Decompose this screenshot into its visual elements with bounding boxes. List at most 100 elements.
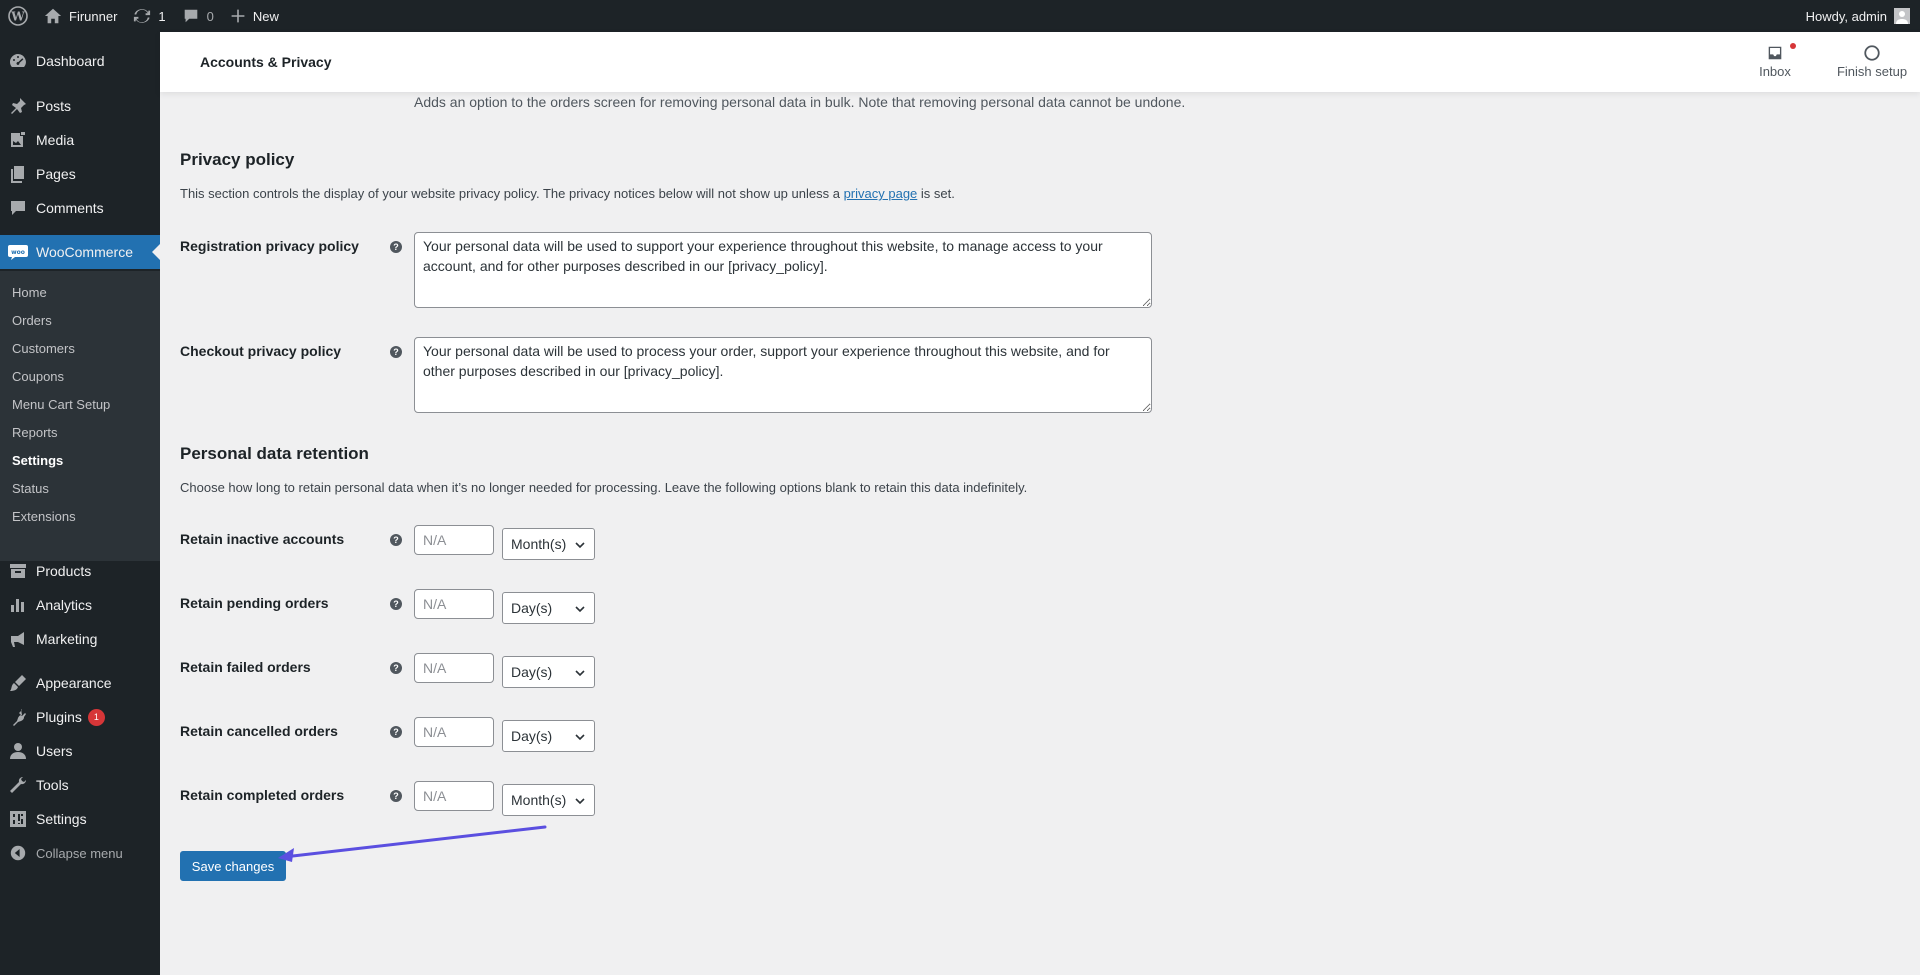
- data-retention-heading: Personal data retention: [180, 444, 369, 463]
- new-content-link[interactable]: New: [222, 0, 287, 32]
- help-icon[interactable]: ?: [390, 790, 402, 802]
- retain-failed-orders-unit-select[interactable]: Day(s): [502, 656, 595, 688]
- page-header: Accounts & Privacy Inbox Finish setup: [160, 32, 1920, 92]
- retain-inactive-accounts-label: Retain inactive accounts: [180, 531, 345, 547]
- user-icon: [10, 743, 26, 759]
- submenu-orders[interactable]: Orders: [12, 311, 52, 331]
- menu-label: Marketing: [36, 631, 98, 647]
- archive-icon: [10, 564, 26, 578]
- select-value: Day(s): [511, 664, 553, 680]
- my-account-link[interactable]: Howdy, admin: [1798, 0, 1920, 32]
- updates-count: 1: [158, 8, 166, 24]
- submenu-home[interactable]: Home: [12, 283, 47, 303]
- menu-label: Products: [36, 563, 92, 579]
- pin-icon: [11, 98, 26, 114]
- inbox-label: Inbox: [1759, 64, 1791, 79]
- inbox-unread-dot: [1790, 43, 1796, 49]
- retain-pending-orders-input[interactable]: [414, 589, 494, 619]
- admin-sidebar: Dashboard Posts Media Pages Comments woo…: [0, 32, 160, 975]
- comment-bubble-icon: [184, 9, 197, 23]
- dashboard-icon: [10, 54, 26, 67]
- collapse-menu-button[interactable]: Collapse menu: [0, 836, 160, 870]
- menu-posts[interactable]: Posts: [0, 89, 160, 123]
- menu-label: WooCommerce: [36, 244, 133, 260]
- menu-woocommerce[interactable]: woo WooCommerce: [0, 235, 160, 269]
- select-value: Month(s): [511, 536, 567, 552]
- retain-completed-orders-input[interactable]: [414, 781, 494, 811]
- media-icon: [11, 132, 25, 147]
- plus-icon: [231, 9, 245, 23]
- chevron-down-icon: [575, 734, 585, 741]
- menu-label: Plugins: [36, 709, 82, 725]
- menu-tools[interactable]: Tools: [0, 768, 160, 802]
- menu-label: Pages: [36, 166, 76, 182]
- menu-marketing[interactable]: Marketing: [0, 622, 160, 656]
- inbox-icon: [1768, 46, 1782, 60]
- menu-pages[interactable]: Pages: [0, 157, 160, 191]
- menu-label: Media: [36, 132, 75, 148]
- page-title: Accounts & Privacy: [200, 54, 332, 70]
- privacy-policy-description: This section controls the display of you…: [180, 186, 955, 201]
- help-icon[interactable]: ?: [390, 726, 402, 738]
- help-icon[interactable]: ?: [390, 346, 402, 358]
- svg-text:woo: woo: [11, 249, 25, 256]
- registration-privacy-textarea[interactable]: Your personal data will be used to suppo…: [414, 232, 1152, 308]
- retain-completed-orders-unit-select[interactable]: Month(s): [502, 784, 595, 816]
- menu-analytics[interactable]: Analytics: [0, 588, 160, 622]
- avatar-icon: [1896, 11, 1908, 24]
- comments-link[interactable]: 0: [174, 0, 222, 32]
- retain-cancelled-orders-input[interactable]: [414, 717, 494, 747]
- menu-label: Appearance: [36, 675, 112, 691]
- submenu-customers[interactable]: Customers: [12, 339, 75, 359]
- submenu-status[interactable]: Status: [12, 479, 49, 499]
- menu-plugins[interactable]: Plugins 1: [0, 700, 160, 734]
- site-name: Firunner: [69, 8, 118, 24]
- svg-text:W: W: [10, 10, 25, 24]
- updates-link[interactable]: 1: [125, 0, 173, 32]
- help-icon[interactable]: ?: [390, 662, 402, 674]
- pages-icon: [11, 166, 24, 183]
- menu-comments[interactable]: Comments: [0, 191, 160, 225]
- submenu-coupons[interactable]: Coupons: [12, 367, 64, 387]
- help-icon[interactable]: ?: [390, 598, 402, 610]
- menu-dashboard[interactable]: Dashboard: [0, 44, 160, 78]
- retain-failed-orders-label: Retain failed orders: [180, 659, 311, 675]
- wordpress-logo-button[interactable]: W: [0, 0, 36, 32]
- howdy-text: Howdy, admin: [1805, 8, 1887, 24]
- woocommerce-submenu: Home Orders Customers Coupons Menu Cart …: [0, 271, 160, 561]
- retain-failed-orders-input[interactable]: [414, 653, 494, 683]
- wordpress-logo-icon: W: [8, 6, 28, 26]
- help-icon[interactable]: ?: [390, 534, 402, 546]
- retain-pending-orders-unit-select[interactable]: Day(s): [502, 592, 595, 624]
- retain-pending-orders-label: Retain pending orders: [180, 595, 329, 611]
- menu-settings[interactable]: Settings: [0, 802, 160, 836]
- menu-products[interactable]: Products: [0, 554, 160, 588]
- menu-label: Comments: [36, 200, 104, 216]
- inbox-button[interactable]: Inbox: [1750, 42, 1800, 79]
- menu-label: Settings: [36, 811, 87, 827]
- chevron-down-icon: [575, 606, 585, 613]
- chevron-down-icon: [575, 542, 585, 549]
- retain-inactive-accounts-input[interactable]: [414, 525, 494, 555]
- menu-media[interactable]: Media: [0, 123, 160, 157]
- site-name-link[interactable]: Firunner: [36, 0, 125, 32]
- menu-appearance[interactable]: Appearance: [0, 666, 160, 700]
- privacy-page-link[interactable]: privacy page: [844, 186, 918, 201]
- submenu-reports[interactable]: Reports: [12, 423, 58, 443]
- menu-label: Dashboard: [36, 53, 105, 69]
- menu-label: Users: [36, 743, 73, 759]
- submenu-extensions[interactable]: Extensions: [12, 507, 76, 527]
- settings-icon: [10, 811, 26, 827]
- menu-users[interactable]: Users: [0, 734, 160, 768]
- checkout-privacy-textarea[interactable]: Your personal data will be used to proce…: [414, 337, 1152, 413]
- help-icon[interactable]: ?: [390, 241, 402, 253]
- select-value: Day(s): [511, 600, 553, 616]
- finish-setup-button[interactable]: Finish setup: [1832, 42, 1912, 79]
- submenu-settings[interactable]: Settings: [12, 451, 63, 471]
- woo-icon: woo: [8, 245, 28, 260]
- submenu-menu-cart-setup[interactable]: Menu Cart Setup: [12, 395, 110, 415]
- retain-inactive-accounts-unit-select[interactable]: Month(s): [502, 528, 595, 560]
- avatar: [1894, 8, 1910, 24]
- retain-cancelled-orders-unit-select[interactable]: Day(s): [502, 720, 595, 752]
- checkout-privacy-label: Checkout privacy policy: [180, 343, 342, 359]
